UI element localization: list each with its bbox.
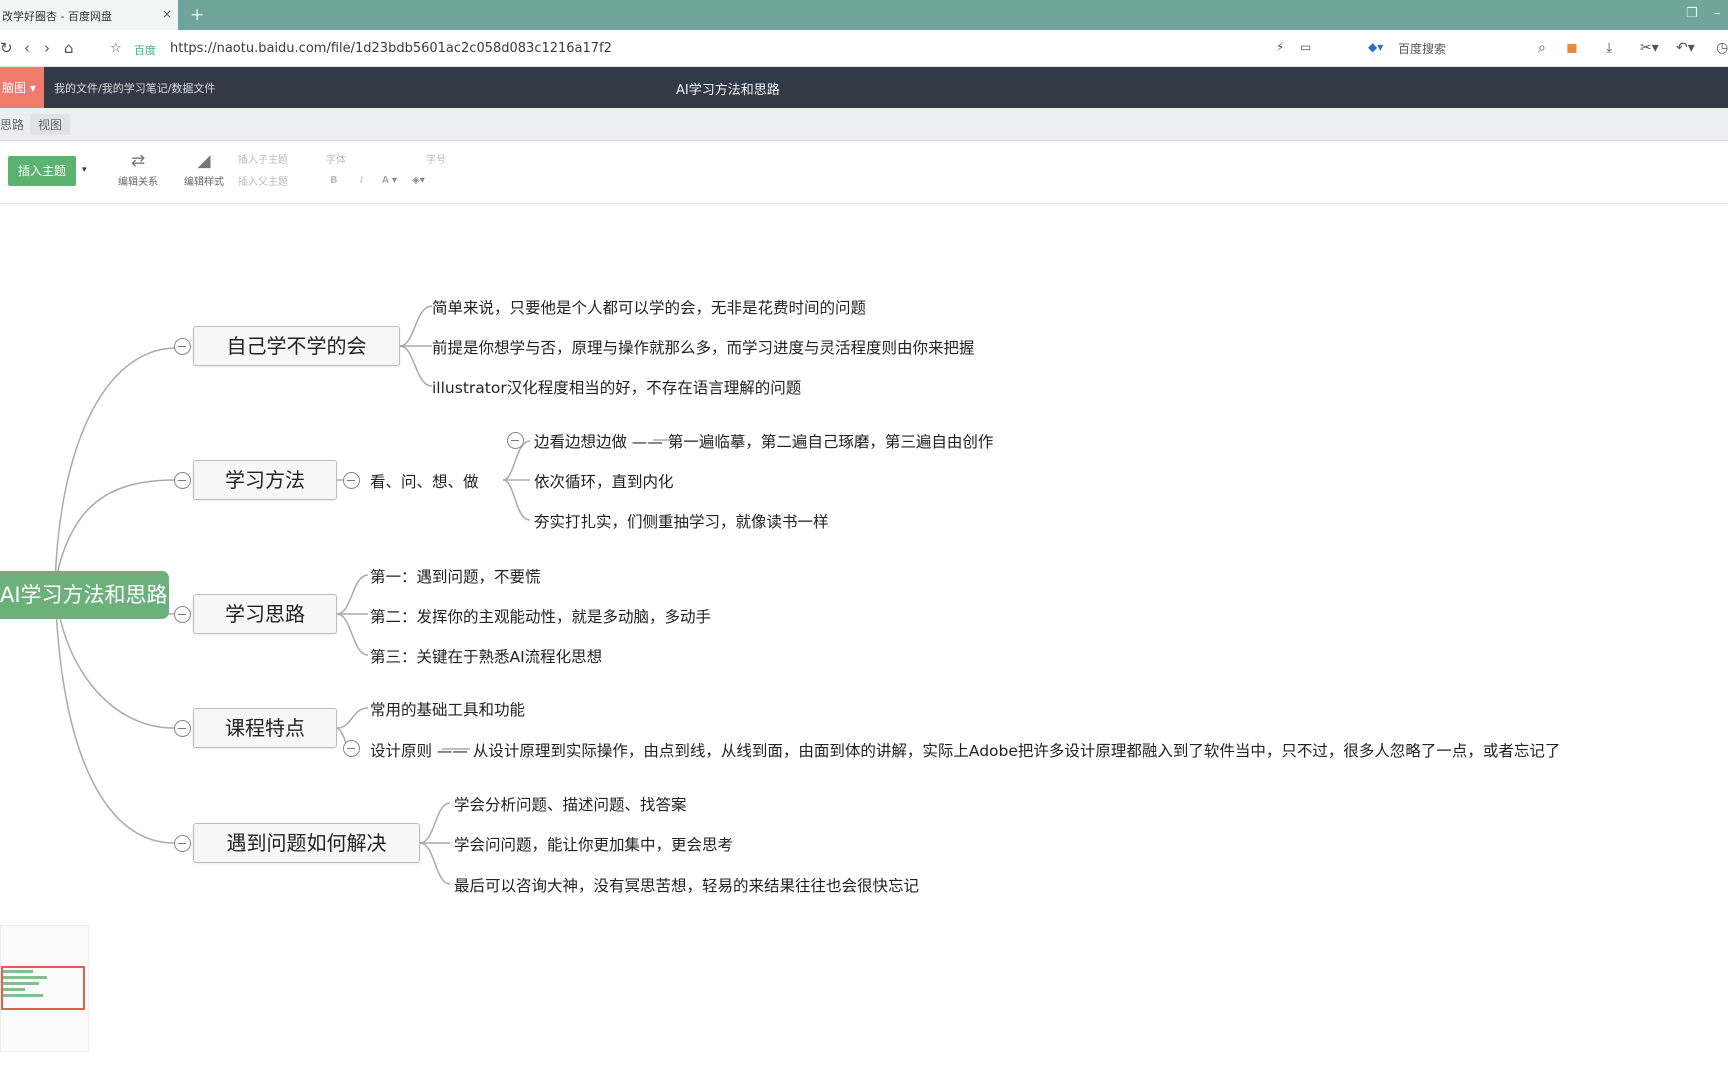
minimap-viewport[interactable] (1, 966, 85, 1010)
collapse-icon[interactable] (174, 835, 191, 852)
leaf-text[interactable]: 依次循环，直到内化 (534, 470, 674, 492)
reader-icon[interactable]: ▭ (1300, 40, 1311, 54)
collapse-icon[interactable] (507, 432, 524, 449)
edit-style-label: 编辑样式 (184, 177, 224, 188)
star-icon[interactable]: ☆ (110, 41, 122, 56)
topic-learning-method[interactable]: 学习方法 (193, 460, 337, 500)
link-root-topic2 (54, 479, 176, 585)
leaf-text[interactable]: 简单来说，只要他是个人都可以学的会，无非是花费时间的问题 (432, 296, 866, 318)
topic-self-learn[interactable]: 自己学不学的会 (193, 326, 400, 366)
chevron-down-icon[interactable]: ▾ (82, 165, 87, 175)
leaf-text[interactable]: 最后可以咨询大神，没有冥思苦想，轻易的来结果往往也会很快忘记 (454, 874, 919, 896)
menu-item-view[interactable]: 视图 (30, 114, 71, 135)
undo-icon[interactable]: ↶▾ (1676, 40, 1695, 56)
new-tab-button[interactable]: + (190, 5, 204, 25)
collapse-icon[interactable] (174, 606, 191, 623)
search-engine-icon[interactable]: ◆▾ (1368, 40, 1383, 54)
leaf-text[interactable]: 边看边想边做 —— 第一遍临摹，第二遍自己琢磨，第三遍自由创作 (534, 430, 993, 452)
document-title[interactable]: AI学习方法和思路 (676, 79, 780, 98)
toolbar: 插入主题 ▾ ⇄ 编辑关系 ◢ 编辑样式 插入子主题 插入父主题 字体 字号 B… (0, 141, 1728, 204)
browser-tab-bar: 改学好圈杏 - 百度网盘 × + ❐ – (0, 0, 1728, 30)
collapse-icon[interactable] (343, 740, 360, 757)
topic-learning-approach[interactable]: 学习思路 (193, 594, 337, 634)
subtopic-look-ask-think-do[interactable]: 看、问、想、做 (370, 470, 479, 492)
mindmap-canvas[interactable]: AI学习方法和思路 自己学不学的会 简单来说，只要他是个人都可以学的会，无非是花… (0, 204, 1728, 1080)
link-root-topic1 (54, 347, 176, 585)
search-hint[interactable]: 百度搜索 (1398, 40, 1446, 57)
link-t5-leaf3 (419, 842, 451, 885)
browser-tab[interactable]: 改学好圈杏 - 百度网盘 × (0, 0, 178, 30)
edit-style-button[interactable]: ◢ 编辑样式 (174, 151, 234, 188)
home-icon[interactable]: ⌂ (64, 39, 74, 57)
collapse-icon[interactable] (343, 472, 360, 489)
scissors-icon[interactable]: ✂▾ (1640, 40, 1659, 56)
menu-bar: 思路 视图 (0, 108, 1728, 141)
app-menu-button[interactable]: 脑图 ▾ (0, 67, 44, 108)
link-root-topic5 (54, 583, 176, 844)
minimize-window-icon[interactable]: – (1714, 6, 1721, 21)
italic-button[interactable]: I (360, 175, 363, 186)
leaf-text[interactable]: 夯实打扎实，们侧重抽学习，就像读书一样 (534, 510, 829, 532)
font-size-select[interactable]: 字号 (426, 151, 446, 166)
refresh-icon[interactable]: ↻ (0, 39, 13, 57)
clock-icon[interactable]: ◷ (1716, 40, 1728, 56)
game-icon[interactable]: ◼ (1566, 40, 1578, 56)
insert-topic-button[interactable]: 插入主题 (8, 156, 76, 186)
restore-window-icon[interactable]: ❐ (1686, 6, 1698, 21)
leaf-text[interactable]: 学会分析问题、描述问题、找答案 (454, 793, 687, 815)
forward-icon[interactable]: › (44, 39, 50, 57)
link-t5-leaf1 (419, 802, 451, 844)
breadcrumb[interactable]: 我的文件/我的学习笔记/数据文件 (54, 80, 215, 96)
collapse-icon[interactable] (174, 472, 191, 489)
download-icon[interactable]: ⤓ (1606, 40, 1612, 56)
link-sub-leaf3 (502, 479, 531, 521)
app-header: 脑图 ▾ 我的文件/我的学习笔记/数据文件 AI学习方法和思路 (0, 67, 1728, 108)
url-field[interactable]: https://naotu.baidu.com/file/1d23bdb5601… (170, 41, 612, 56)
bold-button[interactable]: B (330, 175, 338, 186)
font-color-button[interactable]: A ▾ (382, 175, 397, 186)
edit-relation-label: 编辑关系 (118, 177, 158, 188)
leaf-text[interactable]: 第一：遇到问题，不要慌 (370, 565, 541, 587)
topic-course-features[interactable]: 课程特点 (193, 708, 337, 748)
font-select[interactable]: 字体 (326, 151, 346, 166)
address-bar: ↻ ‹ › ⌂ ☆ 百度 https://naotu.baidu.com/fil… (0, 30, 1728, 67)
menu-item-idea[interactable]: 思路 (0, 116, 24, 133)
link-t3-leaf3 (336, 613, 369, 656)
link-t1-leaf1 (399, 305, 433, 347)
search-icon[interactable]: ⌕ (1538, 40, 1546, 56)
link-t1-leaf3 (399, 345, 433, 387)
collapse-icon[interactable] (174, 338, 191, 355)
leaf-text[interactable]: 第三：关键在于熟悉AI流程化思想 (370, 645, 602, 667)
root-topic[interactable]: AI学习方法和思路 (0, 571, 169, 619)
leaf-text[interactable]: illustrator汉化程度相当的好，不存在语言理解的问题 (432, 376, 801, 398)
secure-label: 百度 (134, 44, 156, 57)
insert-parent-button[interactable]: 插入父主题 (238, 173, 288, 188)
relation-icon: ⇄ (130, 151, 146, 171)
leaf-text[interactable]: 常用的基础工具和功能 (370, 698, 525, 720)
minimap[interactable] (0, 925, 89, 1052)
collapse-icon[interactable] (174, 720, 191, 737)
lightning-icon[interactable]: ⚡ (1276, 40, 1284, 54)
back-icon[interactable]: ‹ (24, 39, 30, 57)
leaf-text[interactable]: 前提是你想学与否，原理与操作就那么多，而学习进度与灵活程度则由你来把握 (432, 336, 975, 358)
browser-tab-title: 改学好圈杏 - 百度网盘 (2, 10, 112, 23)
insert-child-button[interactable]: 插入子主题 (238, 151, 288, 166)
style-icon: ◢ (197, 151, 211, 171)
edit-relation-button[interactable]: ⇄ 编辑关系 (108, 151, 168, 188)
topic-problem-solving[interactable]: 遇到问题如何解决 (193, 823, 420, 863)
fill-color-icon[interactable]: ◈▾ (412, 175, 425, 186)
leaf-text[interactable]: 第二：发挥你的主观能动性，就是多动脑，多动手 (370, 605, 711, 627)
link-t4-leaf1 (336, 707, 369, 729)
close-tab-icon[interactable]: × (162, 7, 172, 21)
leaf-text[interactable]: 设计原则 —— 从设计原理到实际操作，由点到线，从线到面，由面到体的讲解，实际上… (370, 739, 1728, 761)
link-t3-leaf1 (336, 574, 369, 615)
leaf-text[interactable]: 学会问问题，能让你更加集中，更会思考 (454, 833, 733, 855)
